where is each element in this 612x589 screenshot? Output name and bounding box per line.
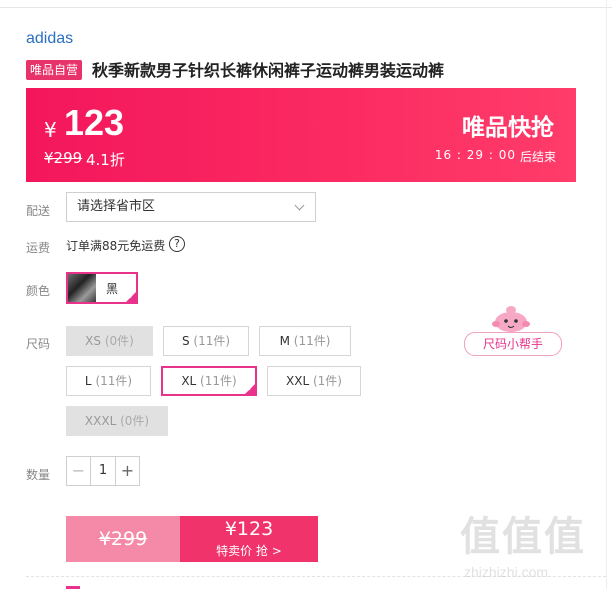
size-count: (11件) [293, 334, 331, 348]
original-price: ¥299 [44, 149, 83, 167]
question-circle-icon[interactable]: ? [169, 236, 185, 252]
buy-now-button[interactable]: ¥123 特卖价 抢 > [180, 516, 318, 562]
size-helper-button[interactable]: 尺码小帮手 [464, 332, 562, 356]
countdown-timer: 16 : 29 : 00 [434, 148, 516, 162]
right-divider [606, 0, 607, 589]
flash-sale-title: 唯品快抢 [462, 115, 554, 141]
size-name: L [84, 374, 92, 388]
buy-sale-price: ¥123 [224, 518, 274, 540]
watermark-url: zhizhizhi.com [464, 564, 549, 580]
quantity-stepper: − 1 + [66, 456, 140, 486]
size-option-xs: XS (0件) [66, 326, 153, 356]
check-icon: ✓ [247, 384, 254, 393]
quantity-input[interactable]: 1 [91, 457, 115, 485]
size-name: XXL [286, 374, 310, 388]
watermark: 值值值 zhizhizhi.com [460, 504, 610, 584]
size-name: XL [181, 374, 197, 388]
decrease-button[interactable]: − [67, 457, 91, 485]
top-divider [0, 7, 612, 8]
buy-cta-label: 特卖价 抢 > [216, 544, 282, 558]
product-title: 秋季新款男子针织长裤休闲裤子运动裤男装运动裤 [92, 61, 445, 80]
countdown-suffix: 后结束 [519, 150, 556, 164]
size-count: (0件) [120, 414, 150, 428]
mascot-icon [492, 306, 530, 332]
size-count: (11件) [200, 374, 237, 388]
shipping-label: 运费 [26, 241, 51, 255]
size-label: 尺码 [26, 337, 51, 351]
size-name: XXXL [84, 414, 117, 428]
quantity-label: 数量 [26, 468, 51, 482]
shipping-text: 订单满88元免运费 [66, 239, 166, 253]
check-icon: ✓ [128, 292, 135, 301]
size-option-m[interactable]: M (11件) [259, 326, 351, 356]
region-select-value: 请选择省市区 [77, 199, 156, 214]
buy-original-price[interactable]: ¥299 [66, 516, 180, 562]
discount-rate: 4.1折 [86, 151, 125, 169]
watermark-logo: 值值值 [460, 514, 586, 560]
increase-button[interactable]: + [115, 457, 139, 485]
flash-sale-banner: ¥ 123 ¥299 4.1折 唯品快抢 16 : 29 : 00 后结束 [26, 88, 576, 182]
size-count: (0件) [104, 334, 134, 348]
currency-symbol: ¥ [44, 118, 57, 142]
size-helper[interactable]: 尺码小帮手 [464, 302, 562, 356]
size-option-xxxl: XXXL (0件) [66, 406, 168, 436]
brand-link[interactable]: adidas [26, 30, 73, 48]
sale-price: 123 [64, 102, 125, 143]
size-option-xl[interactable]: XL (11件) ✓ [161, 366, 257, 396]
color-option-label: 黑 [106, 282, 119, 296]
color-label: 颜色 [26, 284, 51, 298]
size-count: (1件) [312, 374, 342, 388]
delivery-label: 配送 [26, 204, 51, 218]
buy-area: ¥299 ¥123 特卖价 抢 > [66, 516, 318, 562]
size-name: M [279, 334, 290, 348]
chevron-down-icon [294, 200, 305, 211]
self-operated-badge: 唯品自营 [26, 60, 83, 80]
size-name: S [181, 334, 190, 348]
size-option-s[interactable]: S (11件) [163, 326, 249, 356]
size-count: (11件) [95, 374, 133, 388]
size-option-l[interactable]: L (11件) [66, 366, 151, 396]
color-thumbnail [68, 274, 96, 302]
color-option-black[interactable]: 黑 ✓ [66, 272, 138, 304]
size-name: XS [85, 334, 101, 348]
size-option-xxl[interactable]: XXL (1件) [267, 366, 361, 396]
size-count: (11件) [193, 334, 231, 348]
region-select[interactable]: 请选择省市区 [66, 192, 316, 222]
